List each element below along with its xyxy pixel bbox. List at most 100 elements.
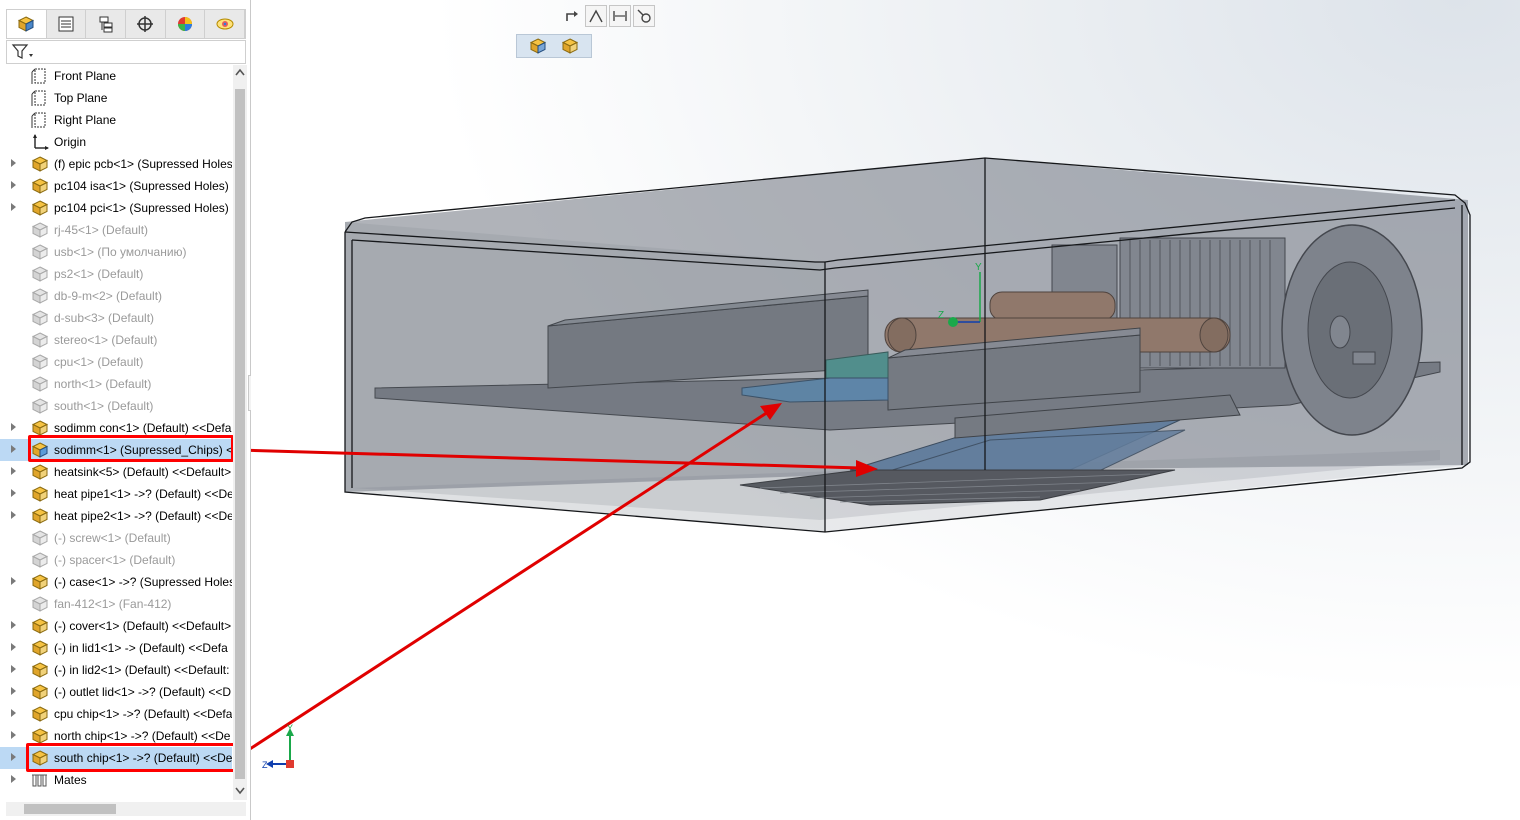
tree-item[interactable]: Front Plane	[0, 65, 232, 87]
tree-item[interactable]: Right Plane	[0, 109, 232, 131]
tree-item[interactable]: usb<1> (По умолчанию)	[0, 241, 232, 263]
tree-item-label: (-) in lid2<1> (Default) <<Default:	[54, 663, 230, 677]
tree-vertical-scrollbar[interactable]	[233, 65, 247, 800]
expand-caret-icon[interactable]	[11, 709, 16, 717]
scroll-down-icon[interactable]	[235, 787, 245, 795]
expand-caret-icon[interactable]	[11, 621, 16, 629]
panel-tabs	[6, 9, 246, 39]
smart-dimension-button[interactable]	[609, 5, 631, 27]
expand-caret-icon[interactable]	[11, 159, 16, 167]
expand-caret-icon[interactable]	[11, 687, 16, 695]
tree-item[interactable]: (-) case<1> ->? (Supressed Holes)	[0, 571, 232, 593]
scrollbar-thumb[interactable]	[235, 89, 245, 779]
tree-item[interactable]: d-sub<3> (Default)	[0, 307, 232, 329]
sketch-button[interactable]	[585, 5, 607, 27]
tree-item-label: sodimm con<1> (Default) <<Defa	[54, 421, 232, 435]
expand-caret-icon[interactable]	[11, 775, 16, 783]
assembly-breadcrumb-icon[interactable]	[529, 38, 547, 54]
tab-configuration-manager[interactable]	[86, 10, 127, 38]
assembly-icon	[30, 177, 50, 195]
tree-item-label: (-) cover<1> (Default) <<Default>	[54, 619, 232, 633]
tree-item[interactable]: (f) epic pcb<1> (Supressed Holes)	[0, 153, 232, 175]
dimension-icon	[613, 11, 627, 21]
scroll-up-icon[interactable]	[235, 68, 245, 76]
measure-button[interactable]	[633, 5, 655, 27]
expand-caret-icon[interactable]	[11, 445, 16, 453]
tree-item[interactable]: Top Plane	[0, 87, 232, 109]
scrollbar-thumb[interactable]	[24, 804, 116, 814]
expand-caret-icon[interactable]	[11, 577, 16, 585]
previous-view-button[interactable]	[561, 5, 583, 27]
tab-dimxpert[interactable]	[126, 10, 166, 38]
tree-item-label: north<1> (Default)	[54, 377, 152, 391]
tree-item[interactable]: Origin	[0, 131, 232, 153]
tree-item[interactable]: south<1> (Default)	[0, 395, 232, 417]
tree-item[interactable]: pc104 isa<1> (Supressed Holes) <	[0, 175, 232, 197]
expand-caret-icon[interactable]	[11, 511, 16, 519]
arrow-right-icon	[566, 11, 578, 21]
tree-item[interactable]: ps2<1> (Default)	[0, 263, 232, 285]
tree-item[interactable]: (-) screw<1> (Default)	[0, 527, 232, 549]
tree-item[interactable]: pc104 pci<1> (Supressed Holes) <	[0, 197, 232, 219]
assembly-icon	[30, 331, 50, 349]
expand-caret-icon[interactable]	[11, 731, 16, 739]
tree-item[interactable]: cpu chip<1> ->? (Default) <<Defa	[0, 703, 232, 725]
tree-item[interactable]: rj-45<1> (Default)	[0, 219, 232, 241]
feature-tree: Front Plane Top Plane Right Plane Origin (f)…	[0, 65, 232, 800]
breadcrumb[interactable]	[516, 34, 592, 58]
assembly-icon	[30, 397, 50, 415]
graphics-area[interactable]: Y Z Y Z	[251, 0, 1520, 820]
tree-item[interactable]: north<1> (Default)	[0, 373, 232, 395]
tree-item[interactable]: (-) cover<1> (Default) <<Default>	[0, 615, 232, 637]
tree-horizontal-scrollbar[interactable]	[6, 802, 246, 816]
tree-item[interactable]: db-9-m<2> (Default)	[0, 285, 232, 307]
tree-item[interactable]: stereo<1> (Default)	[0, 329, 232, 351]
tree-item[interactable]: heat pipe2<1> ->? (Default) <<De	[0, 505, 232, 527]
tree-item[interactable]: (-) outlet lid<1> ->? (Default) <<D	[0, 681, 232, 703]
assembly-icon	[30, 507, 50, 525]
tree-item[interactable]: Mates	[0, 769, 232, 791]
tree-item-label: Top Plane	[54, 91, 108, 105]
tree-item[interactable]: fan-412<1> (Fan-412)	[0, 593, 232, 615]
tree-filter[interactable]	[6, 40, 246, 64]
expand-caret-icon[interactable]	[11, 467, 16, 475]
tree-item[interactable]: (-) in lid1<1> -> (Default) <<Defa	[0, 637, 232, 659]
expand-caret-icon[interactable]	[11, 643, 16, 651]
tree-item[interactable]: (-) spacer<1> (Default)	[0, 549, 232, 571]
plane-icon	[30, 89, 50, 107]
model-view[interactable]: Y Z Y Z	[251, 0, 1520, 820]
tree-item-label: (-) screw<1> (Default)	[54, 531, 171, 545]
expand-caret-icon[interactable]	[11, 665, 16, 673]
tree-item-label: (-) case<1> ->? (Supressed Holes)	[54, 575, 232, 589]
expand-caret-icon[interactable]	[11, 423, 16, 431]
part-breadcrumb-icon[interactable]	[561, 38, 579, 54]
expand-caret-icon[interactable]	[11, 753, 16, 761]
assembly-icon	[30, 639, 50, 657]
tree-item-label: (-) in lid1<1> -> (Default) <<Defa	[54, 641, 228, 655]
tree-item[interactable]: cpu<1> (Default)	[0, 351, 232, 373]
tab-feature-manager[interactable]	[7, 10, 47, 38]
assembly-icon	[30, 463, 50, 481]
tree-item-label: Origin	[54, 135, 87, 149]
tab-appearance[interactable]	[205, 10, 246, 38]
origin-icon	[30, 133, 50, 151]
tree-item[interactable]: (-) in lid2<1> (Default) <<Default:	[0, 659, 232, 681]
tab-property-manager[interactable]	[47, 10, 87, 38]
tree-item[interactable]: heatsink<5> (Default) <<Default>	[0, 461, 232, 483]
assembly-icon	[30, 529, 50, 547]
tab-display-manager[interactable]	[166, 10, 206, 38]
expand-caret-icon[interactable]	[11, 203, 16, 211]
property-manager-icon	[58, 16, 74, 32]
tree-item-label: Right Plane	[54, 113, 117, 127]
configuration-manager-icon	[99, 16, 113, 33]
tree-item-label: cpu chip<1> ->? (Default) <<Defa	[54, 707, 232, 721]
axis-y-label: Y	[975, 262, 982, 273]
tree-item[interactable]: heat pipe1<1> ->? (Default) <<De	[0, 483, 232, 505]
expand-caret-icon[interactable]	[11, 489, 16, 497]
assembly-icon	[30, 683, 50, 701]
tree-item-label: (f) epic pcb<1> (Supressed Holes)	[54, 157, 232, 171]
assembly-icon	[30, 287, 50, 305]
tree-item-label: heat pipe2<1> ->? (Default) <<De	[54, 509, 232, 523]
assembly-icon	[30, 617, 50, 635]
expand-caret-icon[interactable]	[11, 181, 16, 189]
